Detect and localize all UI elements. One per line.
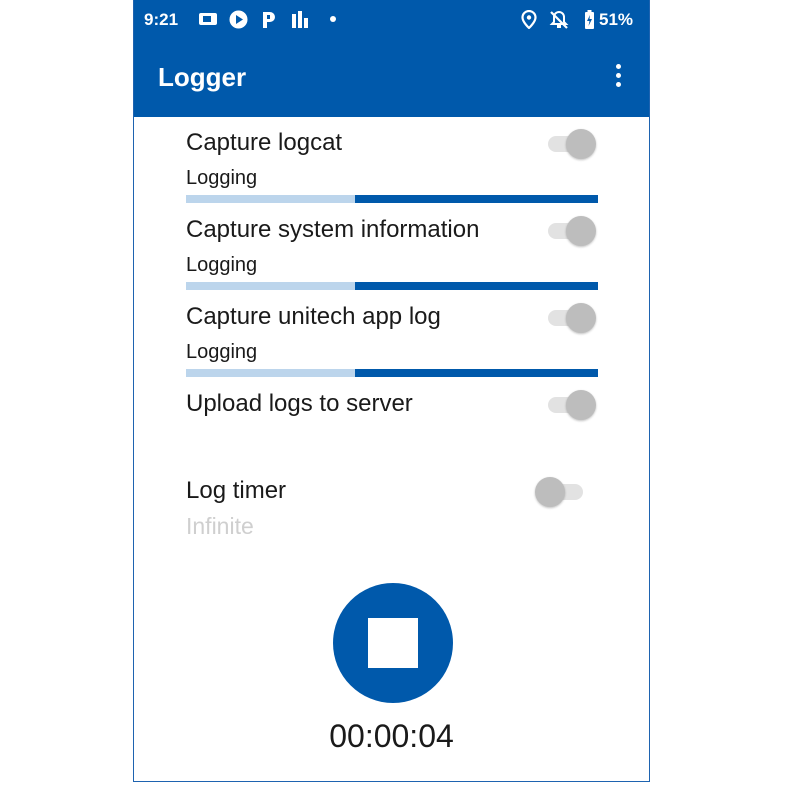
status-bar: 9:21 51% <box>134 0 649 38</box>
location-icon <box>521 10 537 29</box>
toggle-switch[interactable] <box>546 216 596 246</box>
setting-capture-unitech-app-log[interactable]: Capture unitech app log Logging <box>186 303 598 379</box>
stop-icon <box>368 618 418 668</box>
progress-bar <box>186 282 598 290</box>
progress-fill <box>354 282 598 290</box>
status-time: 9:21 <box>144 10 179 29</box>
battery-icon <box>585 10 594 29</box>
setting-capture-system-information[interactable]: Capture system information Logging <box>186 216 598 292</box>
chart-icon <box>292 11 308 28</box>
setting-label: Upload logs to server <box>186 390 413 417</box>
elapsed-timer: 00:00:04 <box>329 718 454 754</box>
overflow-menu-icon[interactable] <box>603 64 633 94</box>
setting-log-timer[interactable]: Log timer Infinite <box>186 477 598 547</box>
setting-label: Capture system information <box>186 216 480 243</box>
toggle-switch[interactable] <box>546 129 596 159</box>
parking-icon <box>263 12 275 28</box>
toggle-switch[interactable] <box>546 303 596 333</box>
setting-status: Logging <box>186 341 258 363</box>
stop-button[interactable] <box>333 583 453 703</box>
setting-label: Log timer <box>186 477 287 504</box>
dot-icon <box>330 16 336 22</box>
progress-bar <box>186 369 598 377</box>
setting-label: Capture unitech app log <box>186 303 441 330</box>
progress-fill <box>354 195 598 203</box>
setting-label: Capture logcat <box>186 129 343 156</box>
setting-status: Logging <box>186 167 258 189</box>
toggle-switch[interactable] <box>535 477 585 507</box>
progress-fill <box>354 369 598 377</box>
app-title: Logger <box>158 62 247 92</box>
setting-status: Logging <box>186 254 258 276</box>
progress-bar <box>186 195 598 203</box>
video-icon <box>199 13 217 25</box>
app-bar: Logger <box>134 38 649 117</box>
setting-upload-logs-to-server[interactable]: Upload logs to server <box>186 390 598 430</box>
phone-frame: 9:21 51% Logger Capture logcat Logging C… <box>133 0 650 782</box>
setting-status: Infinite <box>186 513 254 539</box>
toggle-switch[interactable] <box>546 390 596 420</box>
setting-capture-logcat[interactable]: Capture logcat Logging <box>186 129 598 205</box>
battery-percent: 51% <box>599 10 634 29</box>
bell-off-icon <box>549 10 569 29</box>
play-icon <box>229 10 248 29</box>
